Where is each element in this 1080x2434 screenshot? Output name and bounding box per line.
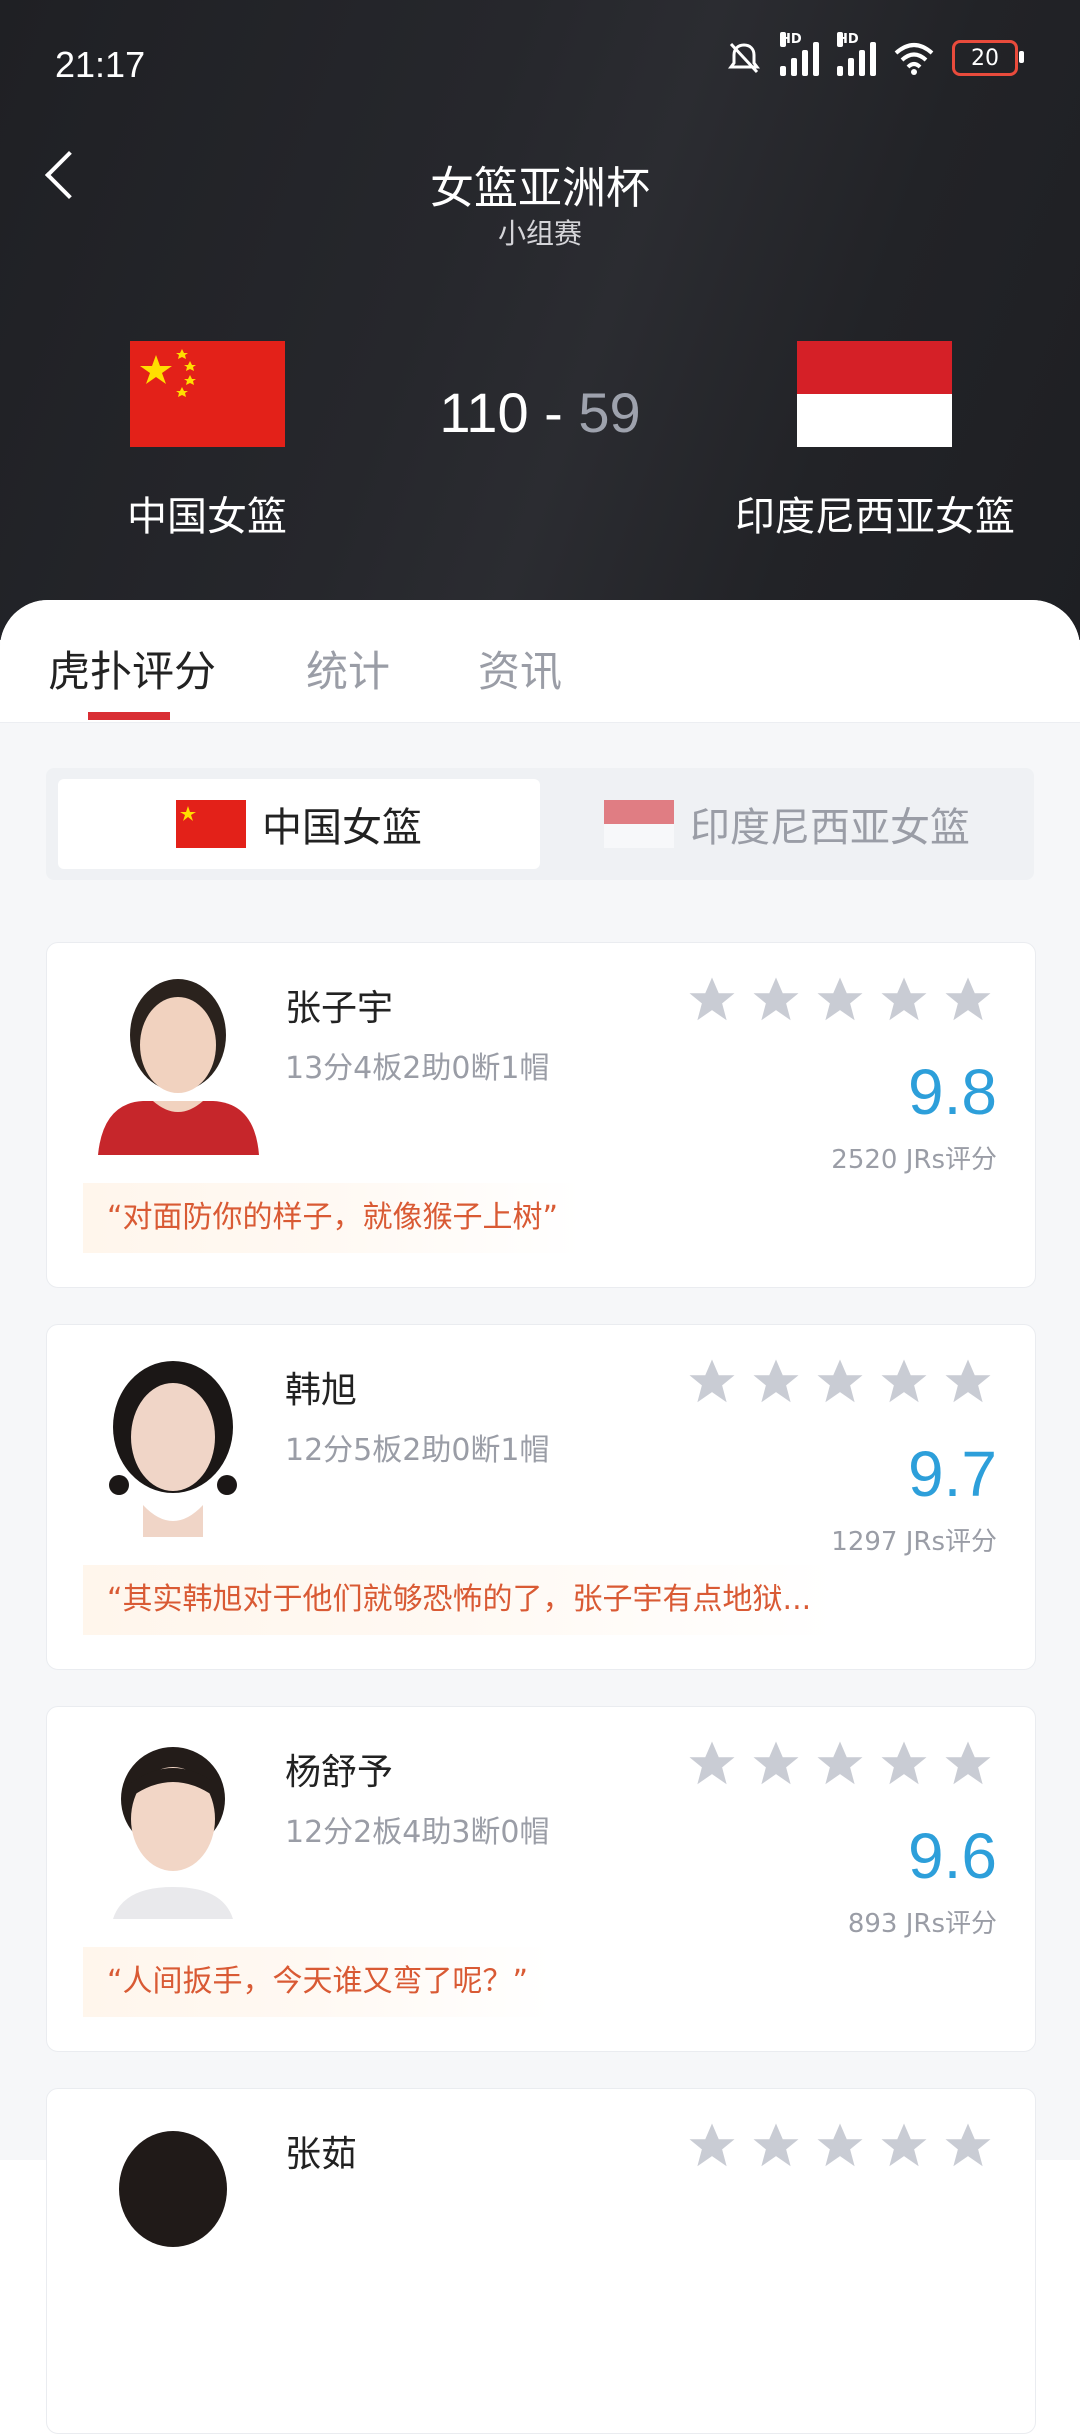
indonesia-flag-icon — [604, 800, 674, 848]
player-name: 杨舒予 — [285, 1752, 394, 1793]
player-card[interactable]: 张子宇 13分4板2助0断1帽 9.8 2520 JRs评分 “对面防你的样子，… — [46, 942, 1036, 1288]
star-icon — [689, 1741, 735, 1785]
star-icon — [817, 2123, 863, 2167]
indonesia-flag-icon — [797, 341, 952, 447]
team-toggle-china-label: 中国女篮 — [262, 805, 422, 851]
tab-hupu-rating[interactable]: 虎扑评分 — [48, 638, 216, 699]
star-icon — [753, 2123, 799, 2167]
away-score: 59 — [578, 381, 641, 444]
mute-bell-icon — [728, 42, 760, 74]
star-icon — [881, 1741, 927, 1785]
player-rating: 9.6 — [908, 1820, 997, 1892]
rating-votes: 893 JRs评分 — [847, 1909, 997, 1939]
player-avatar — [109, 1361, 237, 1537]
team-toggle: 中国女篮 印度尼西亚女篮 — [46, 768, 1034, 880]
player-avatar — [113, 1747, 233, 1919]
player-stats: 12分5板2助0断1帽 — [285, 1433, 550, 1468]
team-toggle-indonesia-label: 印度尼西亚女篮 — [690, 805, 970, 851]
rating-stars[interactable] — [685, 1737, 995, 1791]
rating-stars[interactable] — [685, 1355, 995, 1409]
player-card[interactable]: 杨舒予 12分2板4助3断0帽 9.6 893 JRs评分 “人间扳手，今天谁又… — [46, 1706, 1036, 2052]
active-tab-indicator — [88, 712, 170, 720]
rating-votes: 2520 JRs评分 — [831, 1145, 997, 1175]
battery-level: 20 — [971, 45, 999, 71]
player-avatar — [119, 2131, 227, 2247]
team-toggle-indonesia[interactable]: 印度尼西亚女篮 — [546, 779, 1028, 869]
match-title: 女篮亚洲杯 — [430, 163, 650, 214]
top-comment[interactable]: “对面防你的样子，就像猴子上树” — [83, 1183, 583, 1253]
star-icon — [689, 977, 735, 1021]
star-icon — [881, 1359, 927, 1403]
home-team-name: 中国女篮 — [127, 494, 287, 540]
star-icon — [881, 2123, 927, 2167]
signal-icon: HD — [780, 32, 819, 76]
tab-stats[interactable]: 统计 — [306, 638, 390, 699]
home-score: 110 — [439, 381, 529, 444]
player-rating: 9.8 — [908, 1056, 997, 1128]
star-icon — [817, 977, 863, 1021]
player-stats: 13分4板2助0断1帽 — [285, 1051, 550, 1086]
rating-stars[interactable] — [685, 973, 995, 1027]
score-separator: - — [544, 381, 563, 444]
star-icon — [945, 1741, 991, 1785]
player-name: 张子宇 — [285, 988, 394, 1029]
hd-label: HD — [780, 32, 802, 47]
star-icon — [753, 977, 799, 1021]
rating-stars[interactable] — [685, 2119, 995, 2173]
top-comment[interactable]: “其实韩旭对于他们就够恐怖的了，张子宇有点地狱... — [83, 1565, 836, 1635]
player-rating: 9.7 — [908, 1438, 997, 1510]
player-card[interactable]: 韩旭 12分5板2助0断1帽 9.7 1297 JRs评分 “其实韩旭对于他们就… — [46, 1324, 1036, 1670]
star-icon — [817, 1359, 863, 1403]
match-header: 21:17 HD HD 20 女篮亚洲杯 小组赛 中国女篮 印度尼西亚女篮 11… — [0, 0, 1080, 640]
tab-news[interactable]: 资讯 — [478, 638, 562, 699]
star-icon — [881, 977, 927, 1021]
player-stats: 12分2板4助3断0帽 — [285, 1815, 550, 1850]
star-icon — [753, 1741, 799, 1785]
star-icon — [945, 1359, 991, 1403]
star-icon — [945, 977, 991, 1021]
star-icon — [817, 1741, 863, 1785]
away-team-name: 印度尼西亚女篮 — [735, 494, 1015, 540]
player-avatar — [98, 979, 259, 1155]
match-subtitle: 小组赛 — [497, 217, 582, 250]
player-name: 韩旭 — [285, 1370, 358, 1411]
star-icon — [689, 1359, 735, 1403]
china-flag-icon — [176, 800, 246, 848]
star-icon — [753, 1359, 799, 1403]
china-flag-icon — [130, 341, 285, 447]
status-time: 21:17 — [55, 44, 146, 85]
top-comment[interactable]: “人间扳手，今天谁又弯了呢？” — [83, 1947, 553, 2017]
battery-icon: 20 — [952, 40, 1024, 76]
wifi-icon — [894, 43, 934, 75]
star-icon — [689, 2123, 735, 2167]
rating-votes: 1297 JRs评分 — [831, 1527, 997, 1557]
team-toggle-china[interactable]: 中国女篮 — [58, 779, 540, 869]
hd-label: HD — [837, 32, 859, 47]
status-icons: HD HD 20 — [726, 32, 1024, 76]
tab-bar: 虎扑评分 统计 资讯 — [0, 600, 1080, 723]
player-card[interactable]: 张茹 — [46, 2088, 1036, 2434]
scoreline: 110 - 59 — [420, 380, 660, 445]
player-name: 张茹 — [285, 2134, 358, 2175]
signal-icon: HD — [837, 32, 876, 76]
star-icon — [945, 2123, 991, 2167]
